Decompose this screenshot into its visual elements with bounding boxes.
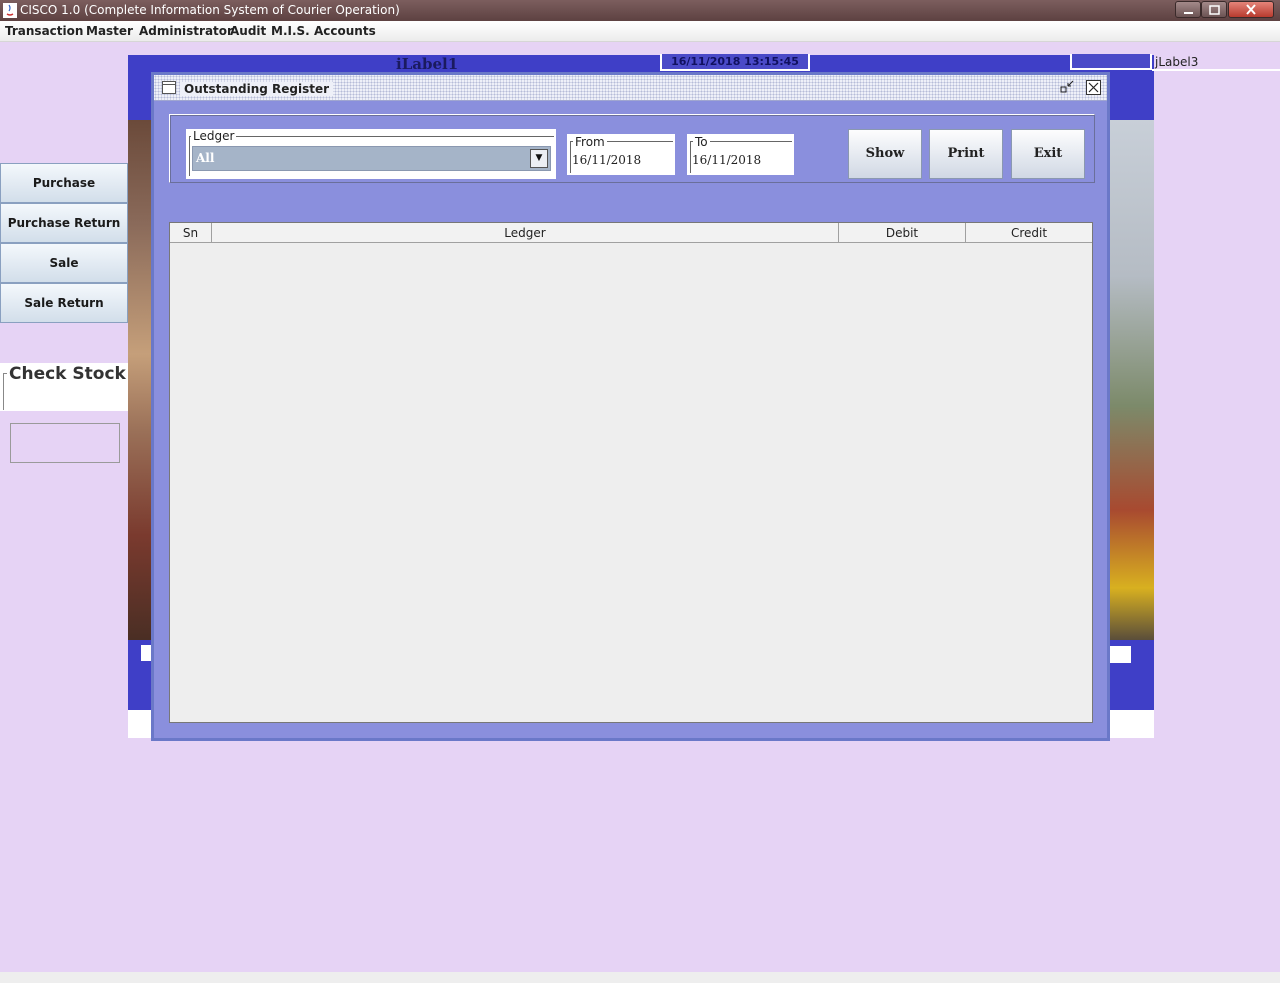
ledger-dropdown[interactable]: All ▼ <box>192 146 551 171</box>
column-header-credit[interactable]: Credit <box>966 223 1092 243</box>
purchase-return-button[interactable]: Purchase Return <box>0 203 128 243</box>
to-label: To <box>693 135 710 149</box>
filter-panel: Ledger All ▼ From To Show Print Exit <box>169 114 1095 183</box>
desktop-small-box <box>1110 646 1131 663</box>
jlabel3-box <box>1070 54 1152 70</box>
menu-audit[interactable]: Audit <box>230 24 266 38</box>
menu-transaction[interactable]: Transaction <box>5 24 83 38</box>
table-header: Sn Ledger Debit Credit <box>170 223 1092 243</box>
from-label: From <box>573 135 607 149</box>
print-button[interactable]: Print <box>929 129 1003 179</box>
purchase-button[interactable]: Purchase <box>0 163 128 203</box>
to-date-group: To <box>687 134 794 175</box>
dialog-close-button[interactable] <box>1086 80 1101 95</box>
window-titlebar: CISCO 1.0 (Complete Information System o… <box>0 0 1280 21</box>
minimize-button[interactable] <box>1175 1 1201 18</box>
close-button[interactable] <box>1228 1 1274 18</box>
menu-bar: Transaction Master Administrator Audit M… <box>0 21 1280 42</box>
close-icon <box>1088 82 1099 93</box>
window-icon <box>162 81 176 94</box>
menu-master[interactable]: Master <box>86 24 133 38</box>
ledger-group: Ledger All ▼ <box>186 129 556 179</box>
outstanding-table[interactable]: Sn Ledger Debit Credit <box>169 222 1093 723</box>
jlabel3: jLabel3 <box>1155 55 1199 69</box>
to-date-field[interactable] <box>692 150 788 170</box>
restore-icon[interactable] <box>1060 80 1076 94</box>
datetime-label: 16/11/2018 13:15:45 <box>660 54 810 71</box>
show-button[interactable]: Show <box>848 129 922 179</box>
status-strip <box>0 972 1280 983</box>
from-date-field[interactable] <box>572 150 668 170</box>
sale-return-button[interactable]: Sale Return <box>0 283 128 323</box>
divider <box>1152 69 1280 71</box>
minimize-icon <box>1184 12 1193 14</box>
column-header-debit[interactable]: Debit <box>839 223 966 243</box>
column-header-sn[interactable]: Sn <box>170 223 212 243</box>
menu-mis[interactable]: M.I.S. <box>271 24 310 38</box>
exit-button[interactable]: Exit <box>1011 129 1085 179</box>
ilabel1: iLabel1 <box>396 55 459 73</box>
restore-arrow-icon <box>1060 80 1074 93</box>
sale-button[interactable]: Sale <box>0 243 128 283</box>
check-stock-title: Check Stock <box>7 364 128 384</box>
check-stock-panel: Check Stock <box>0 363 128 411</box>
outstanding-register-window: Outstanding Register Ledger All ▼ From 1… <box>151 72 1110 741</box>
dialog-titlebar: Outstanding Register <box>154 75 1107 101</box>
chevron-down-icon[interactable]: ▼ <box>530 149 548 168</box>
maximize-button[interactable] <box>1201 1 1227 18</box>
java-app-icon <box>3 3 17 18</box>
close-icon <box>1246 4 1256 15</box>
column-header-ledger[interactable]: Ledger <box>212 223 839 243</box>
window-title: CISCO 1.0 (Complete Information System o… <box>20 3 400 17</box>
restore-icon <box>1209 5 1220 15</box>
menu-accounts[interactable]: Accounts <box>314 24 376 38</box>
ledger-label: Ledger <box>191 129 237 143</box>
menu-administrator[interactable]: Administrator <box>139 24 233 38</box>
from-date-group: From <box>567 134 675 175</box>
check-stock-field[interactable] <box>10 423 120 463</box>
background-photo-right <box>1108 120 1154 640</box>
dialog-title: Outstanding Register <box>180 82 334 96</box>
ledger-selected-value: All <box>196 151 215 165</box>
